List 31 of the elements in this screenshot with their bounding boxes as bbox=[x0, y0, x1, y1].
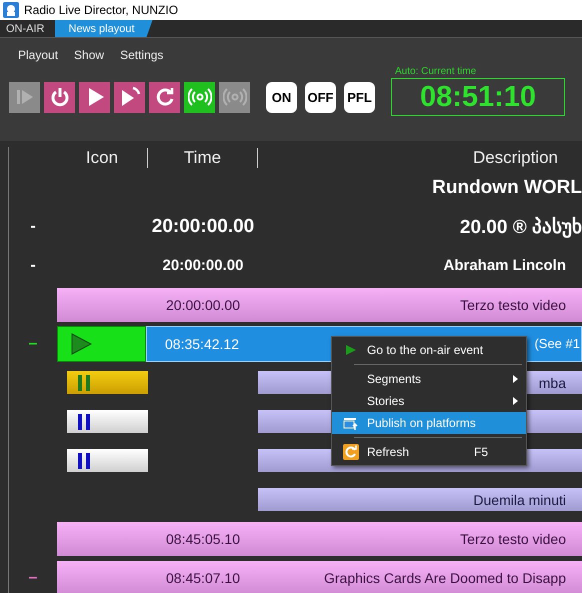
description-cell-text: Duemila minuti bbox=[473, 492, 567, 508]
column-header: Time bbox=[148, 148, 258, 168]
menu-label: Publish on platforms bbox=[367, 416, 477, 430]
column-header: Description bbox=[472, 148, 559, 168]
time-cell-text: 20:00:00.00 bbox=[165, 296, 241, 312]
description-cell-text: Terzo testo video bbox=[459, 530, 567, 546]
time-cell-text: 20:00:00.00 bbox=[162, 257, 244, 274]
description-cell: (See #1 bbox=[534, 336, 581, 351]
column-header: Icon bbox=[57, 148, 148, 168]
time-cell-text: 08:45:07.10 bbox=[165, 570, 241, 586]
description-cell-text: 20.00 ® პასუხ bbox=[458, 216, 582, 238]
status-marker: - bbox=[30, 218, 36, 236]
status-marker: – bbox=[28, 334, 38, 352]
description-cell-text: Graphics Cards Are Doomed to Disapp bbox=[323, 570, 567, 586]
window-title: Radio Live Director, NUNZIO bbox=[24, 3, 178, 17]
description-cell-text: Abraham Lincoln bbox=[442, 257, 567, 274]
menu-label: Stories bbox=[367, 394, 406, 408]
time-cell-text: 08:45:05.10 bbox=[165, 530, 241, 546]
time-cell-text: 08:35:42.12 bbox=[164, 336, 240, 352]
description-cell-text: Terzo testo video bbox=[459, 296, 567, 312]
menu-label: Go to the on-air event bbox=[367, 343, 484, 357]
description-cell-text: mba bbox=[538, 374, 567, 390]
rundown-title: Rundown WORL bbox=[431, 176, 582, 198]
menu-label: Refresh bbox=[367, 445, 410, 459]
clock-label: Auto: Current time bbox=[394, 66, 478, 78]
clock-display: 08:51:10 bbox=[391, 78, 565, 116]
status-marker: - bbox=[30, 256, 36, 274]
status-marker: – bbox=[28, 568, 38, 586]
shortcut-label: F5 bbox=[474, 445, 488, 459]
time-cell-text: 20:00:00.00 bbox=[150, 216, 256, 238]
menu-label: Segments bbox=[367, 372, 422, 386]
